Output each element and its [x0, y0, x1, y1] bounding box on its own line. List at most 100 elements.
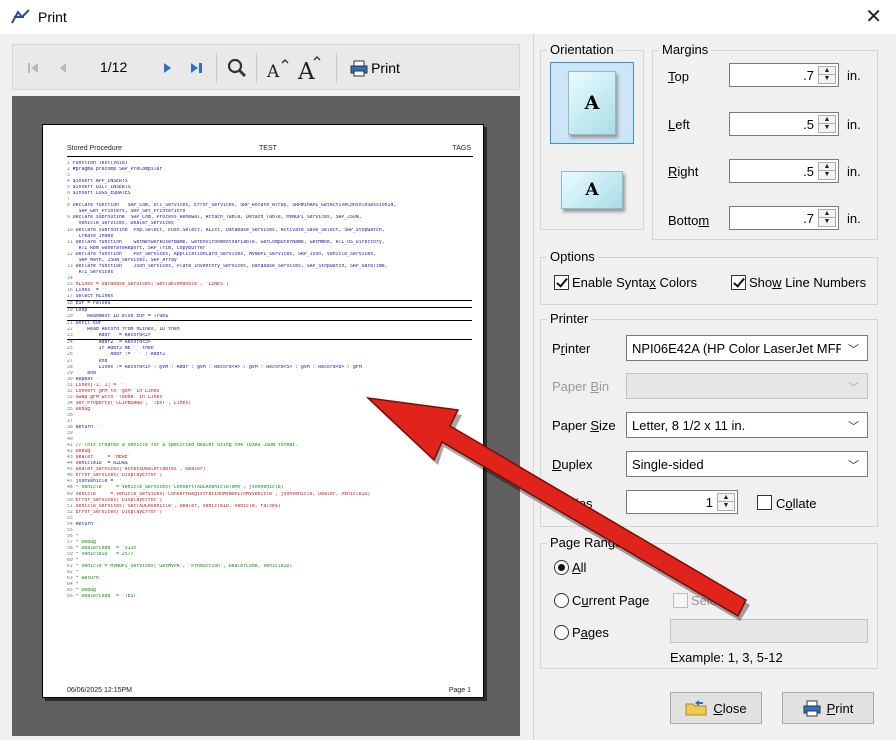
line-text: Lines = ''	[75, 287, 108, 293]
close-icon[interactable]: ✕	[865, 4, 882, 29]
chevron-down-icon: ﹀	[848, 344, 859, 356]
zoom-icon[interactable]	[225, 57, 249, 79]
line-text: ReadNext ID else EOF = True$	[75, 314, 169, 320]
current-page-label[interactable]: Current Page	[572, 593, 649, 608]
margin-bottom-arrows[interactable]: ▲ ▼	[818, 209, 836, 227]
line-number: 64	[67, 582, 73, 588]
line-number: 37	[67, 418, 73, 424]
print-button-label: Print	[826, 700, 854, 716]
line-number: 24	[67, 340, 73, 346]
line-number: 9	[67, 215, 70, 221]
line-text: Declare subroutine Pop.Select, Push.Sele…	[75, 227, 385, 233]
copies-value: 1	[705, 495, 713, 510]
all-pages-radio[interactable]	[554, 560, 569, 575]
svg-text:A: A	[297, 59, 315, 81]
line-number: 17	[67, 294, 73, 300]
line-text: jsonVehicle = ''	[75, 479, 122, 485]
copies-arrows[interactable]: ▲ ▼	[717, 493, 735, 511]
next-page-icon[interactable]	[157, 57, 177, 79]
title-bar: Print ✕	[0, 0, 896, 34]
prev-page-icon[interactable]	[53, 57, 73, 79]
close-button[interactable]: Close	[670, 692, 762, 724]
copies-spinner[interactable]: 1 ▲ ▼	[626, 490, 738, 514]
syntax-colors-checkbox[interactable]	[554, 275, 569, 290]
printer-select[interactable]: NPI06E42A (HP Color LaserJet MFP ﹀	[626, 335, 868, 361]
line-text: $insert APP_INSERTS	[72, 179, 128, 185]
line-text: $insert LOGS_EQUATES	[72, 191, 131, 197]
paper-size-value: Letter, 8 1/2 x 11 in.	[632, 418, 746, 433]
syntax-colors-label[interactable]: Enable Syntax Colors	[572, 275, 697, 290]
paper-bin-select[interactable]: ﹀	[626, 373, 868, 399]
selection-label: Selection	[691, 593, 745, 608]
margin-bottom-spinner[interactable]: .7 ▲ ▼	[729, 206, 839, 230]
pages-input[interactable]	[670, 619, 868, 643]
font-smaller-icon[interactable]: A	[263, 57, 293, 79]
line-text: Select hLines	[75, 294, 114, 300]
page-header-center: TEST	[259, 145, 277, 152]
page-range-legend: Page Range	[547, 535, 626, 550]
page-footer-right: Page 1	[448, 687, 471, 694]
selection-checkbox[interactable]	[673, 593, 688, 608]
margin-bottom-unit: in.	[847, 211, 861, 226]
pages-radio[interactable]	[554, 625, 569, 640]
line-number: 33	[67, 394, 73, 400]
toolbar-separator	[256, 53, 257, 83]
margin-top-arrows[interactable]: ▲ ▼	[818, 66, 836, 84]
landscape-button[interactable]: A	[550, 149, 634, 231]
code-line: 23 Addr = Record<2>	[67, 333, 472, 341]
pages-example: Example: 1, 3, 5-12	[670, 650, 783, 665]
current-page-radio[interactable]	[554, 593, 569, 608]
margin-left-spinner[interactable]: .5 ▲ ▼	[729, 112, 839, 136]
line-number: 55	[67, 527, 73, 533]
line-number: 52	[67, 509, 73, 515]
collate-label[interactable]: Collate	[776, 496, 816, 511]
duplex-value: Single-sided	[632, 457, 704, 472]
margin-top-spinner[interactable]: .7 ▲ ▼	[729, 63, 839, 87]
line-text: Error_Services('DisplayError')	[75, 509, 163, 515]
options-group: Options Enable Syntax Colors Show Line N…	[540, 249, 878, 305]
margin-right-spinner[interactable]: .5 ▲ ▼	[729, 159, 839, 183]
line-text: * Return ''	[75, 576, 108, 582]
line-number: 59	[67, 552, 73, 557]
line-number: 29	[67, 370, 73, 376]
line-number: 57	[67, 539, 73, 545]
printer-group: Printer Printer NPI06E42A (HP Color Lase…	[540, 311, 878, 527]
font-larger-icon[interactable]: A	[295, 56, 329, 81]
toolbar-print-button[interactable]: Print	[343, 57, 407, 79]
line-text: Loop	[75, 308, 88, 314]
options-legend: Options	[547, 249, 598, 264]
page-preview-area[interactable]: Stored Procedure TEST TAGS 1 Function Te…	[12, 96, 520, 736]
last-page-icon[interactable]	[187, 57, 207, 79]
line-numbers-label[interactable]: Show Line Numbers	[749, 275, 866, 290]
line-number: 58	[67, 545, 73, 551]
line-text: * DealerCode = '5135'	[75, 545, 140, 551]
line-text: Vehicle_Services('SetTXDLRVehicle', Deal…	[75, 503, 281, 509]
duplex-select[interactable]: Single-sided ﹀	[626, 451, 868, 477]
line-number: 27	[67, 358, 73, 364]
line-text: Addr := ' ' : Addr2	[75, 352, 166, 358]
paper-size-select[interactable]: Letter, 8 1/2 x 11 in. ﹀	[626, 412, 868, 438]
line-text: Vehicle_Services, Dealer_Services	[78, 221, 174, 227]
margin-left-arrows[interactable]: ▲ ▼	[818, 115, 836, 133]
line-number: 31	[67, 382, 73, 388]
line-text: VehicleID = RZD$$	[75, 461, 128, 467]
print-button[interactable]: Print	[782, 692, 874, 724]
pages-label[interactable]: Pages	[572, 625, 609, 640]
portrait-button[interactable]: A	[550, 62, 634, 144]
first-page-icon[interactable]	[23, 57, 43, 79]
margin-right-arrows[interactable]: ▲ ▼	[818, 162, 836, 180]
line-number: 19	[67, 308, 73, 314]
all-pages-label[interactable]: All	[572, 560, 586, 575]
landscape-glyph: A	[585, 180, 599, 200]
line-text: * Debug	[75, 539, 96, 545]
line-number: 49	[67, 491, 73, 497]
margin-left-value: .5	[803, 117, 814, 132]
landscape-icon: A	[561, 171, 623, 209]
line-number: 5	[67, 185, 70, 191]
line-number: 66	[67, 594, 73, 600]
collate-checkbox[interactable]	[757, 495, 772, 510]
line-numbers-checkbox[interactable]	[731, 275, 746, 290]
line-number: 10	[67, 227, 73, 233]
code-listing: 1 Function Test(Void) 2 #pragma precomp S…	[67, 161, 472, 683]
margins-group: Margins Top .7 ▲ ▼ in. Left .5 ▲ ▼ in. Rig…	[652, 42, 878, 240]
